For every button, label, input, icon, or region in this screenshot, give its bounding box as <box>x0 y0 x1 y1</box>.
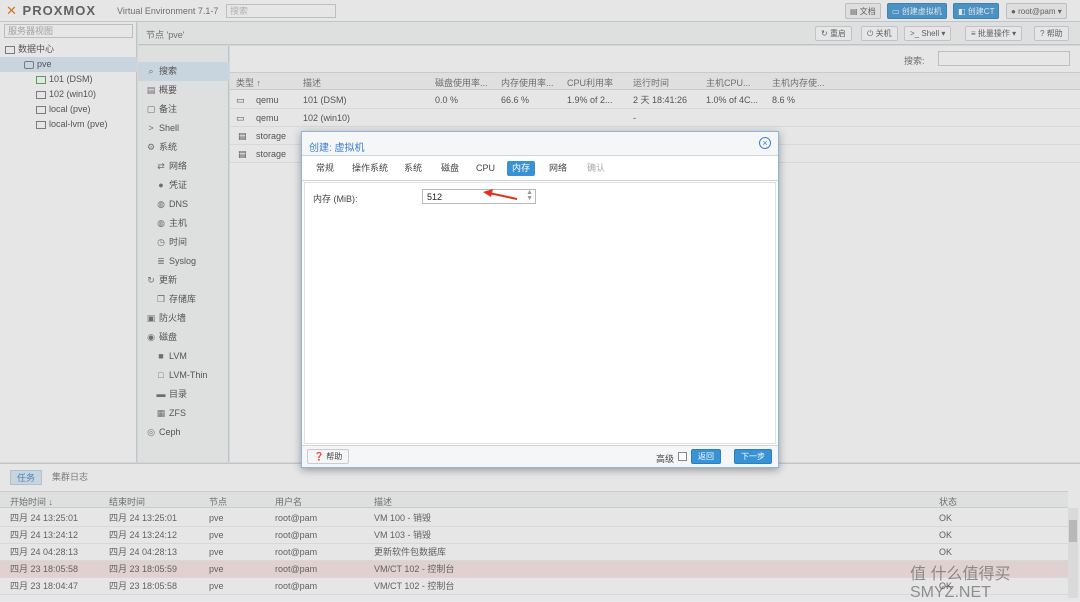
tab-confirm[interactable]: 确认 <box>582 161 610 176</box>
dialog-help-button[interactable]: ❓ 帮助 <box>307 449 350 464</box>
dialog-titlebar: 创建: 虚拟机 × <box>302 132 778 156</box>
annotation-arrow <box>483 189 518 200</box>
memory-value: 512 <box>427 192 443 202</box>
watermark: 值 什么值得买 SMYZ.NET <box>910 566 1011 601</box>
dialog-title: 创建: 虚拟机 <box>309 143 365 154</box>
tab-disk[interactable]: 磁盘 <box>436 161 464 176</box>
spinner-icon[interactable]: ▲ ▼ <box>526 189 533 202</box>
close-icon[interactable]: × <box>759 137 771 149</box>
dialog-tabs: 常规 操作系统 系统 磁盘 CPU 内存 网络 确认 <box>302 157 778 181</box>
dialog-footer: ❓ 帮助 高级 返回 下一步 <box>302 445 778 467</box>
next-button[interactable]: 下一步 <box>734 449 772 464</box>
tab-memory[interactable]: 内存 <box>507 161 536 176</box>
advanced-checkbox[interactable] <box>678 452 687 461</box>
tab-general[interactable]: 常规 <box>311 161 339 176</box>
tab-os[interactable]: 操作系统 <box>347 161 393 176</box>
back-button[interactable]: 返回 <box>691 449 721 464</box>
tab-cpu[interactable]: CPU <box>471 161 500 176</box>
create-vm-dialog: 创建: 虚拟机 × 常规 操作系统 系统 磁盘 CPU 内存 网络 确认 内存 … <box>301 131 779 468</box>
advanced-label: 高级 <box>656 454 675 464</box>
tab-network[interactable]: 网络 <box>544 161 572 176</box>
dialog-body: 内存 (MiB): 512 ▲ ▼ <box>304 182 776 444</box>
question-icon: ❓ <box>314 452 324 461</box>
memory-label: 内存 (MiB): <box>313 194 358 204</box>
dialog-help-label: 帮助 <box>326 452 343 461</box>
tab-system[interactable]: 系统 <box>399 161 427 176</box>
